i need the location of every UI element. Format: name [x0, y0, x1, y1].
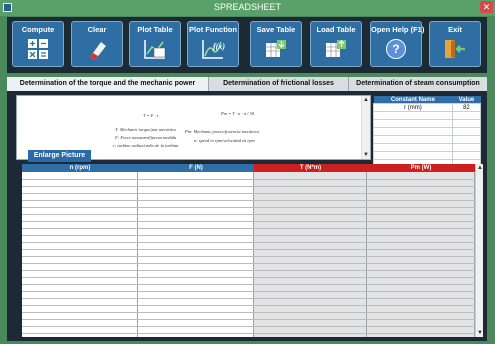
constant-name-cell[interactable]: r (mm) [373, 103, 453, 112]
table-row-line [22, 284, 475, 285]
exit-button[interactable]: Exit [429, 21, 481, 67]
constant-name-cell[interactable] [373, 135, 453, 144]
force-definition: F: Force measured/fuerza medida [115, 135, 177, 140]
column-header-n[interactable]: n (rpm) [22, 164, 138, 172]
power-formula: Pm = T · n · π / 30 [221, 111, 254, 116]
speed-definition: n: speed in rpm/velocidad en rpm [194, 138, 255, 143]
scroll-up-icon[interactable]: ▲ [362, 96, 370, 104]
table-row-line [22, 249, 475, 250]
title-bar: SPREADSHEET ✕ [0, 0, 495, 16]
constants-table: Constant Name Value r (mm) 82 [373, 96, 482, 168]
power-definition: Pm: Mechanic power/potencia mecánica [185, 129, 259, 134]
constant-value-cell[interactable] [451, 119, 482, 128]
table-row-line [22, 221, 475, 222]
torque-formula: T = F · r [143, 113, 159, 118]
close-button[interactable]: ✕ [480, 1, 493, 13]
tab-frictional-losses[interactable]: Determination of frictional losses [209, 77, 349, 91]
compute-button[interactable]: Compute [12, 21, 64, 67]
tab-torque-power[interactable]: Determination of the torque and the mech… [7, 77, 209, 92]
window-title: SPREADSHEET [213, 2, 282, 12]
svg-text:f(x): f(x) [213, 42, 225, 51]
exit-icon [445, 40, 465, 58]
plot-table-button[interactable]: Plot Table [129, 21, 181, 67]
table-row-line [22, 312, 475, 313]
data-grid: n (rpm) F (N) T (N*m) Pm (W) ▲ ▼ [22, 164, 483, 337]
table-row-line [22, 326, 475, 327]
table-row-line [22, 319, 475, 320]
table-row-line [22, 193, 475, 194]
eraser-icon [90, 42, 106, 60]
table-row-line [22, 186, 475, 187]
toolbar: Compute Clear Plot Table Plot Function f… [7, 17, 487, 73]
table-row-line [22, 228, 475, 229]
constant-value-cell[interactable]: 82 [451, 103, 482, 112]
enlarge-picture-button[interactable]: Enlarge Picture [28, 150, 91, 162]
table-row-line [22, 256, 475, 257]
calculator-icon [28, 39, 48, 59]
tab-steam-consumption[interactable]: Determination of steam consumption [349, 77, 487, 91]
plot-function-button[interactable]: Plot Function f(x) [187, 21, 239, 67]
column-header-f[interactable]: F (N) [138, 164, 254, 172]
constant-name-cell[interactable] [373, 111, 453, 120]
constant-value-cell[interactable] [451, 135, 482, 144]
close-icon: ✕ [482, 2, 491, 12]
table-row-line [22, 235, 475, 236]
column-header-t[interactable]: T (N*m) [254, 164, 367, 172]
save-table-button[interactable]: Save Table [250, 21, 302, 67]
constant-name-cell[interactable] [373, 127, 453, 136]
constant-name-header: Constant Name [373, 96, 453, 104]
constant-name-cell[interactable] [373, 119, 453, 128]
grid-scrollbar[interactable]: ▲ ▼ [475, 164, 483, 337]
table-row-line [22, 333, 475, 334]
grid-scroll-up-icon[interactable]: ▲ [476, 164, 483, 172]
load-table-button[interactable]: Load Table [310, 21, 362, 67]
constant-value-cell[interactable] [451, 111, 482, 120]
grid-scroll-down-icon[interactable]: ▼ [476, 329, 483, 337]
table-row-line [22, 263, 475, 264]
scroll-down-icon[interactable]: ▼ [362, 151, 370, 159]
svg-text:?: ? [392, 42, 399, 56]
table-row-line [22, 277, 475, 278]
table-row-line [22, 214, 475, 215]
column-header-pm[interactable]: Pm (W) [367, 164, 475, 172]
help-icon: ? [386, 39, 406, 59]
clear-button[interactable]: Clear [71, 21, 123, 67]
constant-value-cell[interactable] [451, 143, 482, 152]
load-table-icon [326, 40, 346, 57]
table-row-line [22, 298, 475, 299]
table-row-line [22, 305, 475, 306]
tab-bar: Determination of the torque and the mech… [7, 77, 487, 92]
constant-name-cell[interactable] [373, 151, 453, 160]
open-help-button[interactable]: Open Help (F1) ? [370, 21, 424, 67]
table-row-line [22, 207, 475, 208]
chart-table-icon [144, 40, 166, 59]
table-row-line [22, 179, 475, 180]
table-row-line [22, 200, 475, 201]
function-chart-icon: f(x) [202, 40, 225, 59]
radius-definition: r: turbine radius/radio de la turbina [113, 143, 179, 148]
save-table-icon [266, 40, 286, 57]
constant-name-cell[interactable] [373, 143, 453, 152]
table-row-line [22, 291, 475, 292]
torque-definition: T: Mechanic torque/par mecánico [115, 127, 177, 132]
constant-value-cell[interactable] [451, 151, 482, 160]
table-row-line [22, 242, 475, 243]
constant-value-cell[interactable] [451, 127, 482, 136]
table-row-line [22, 270, 475, 271]
formula-scrollbar[interactable]: ▲ ▼ [361, 96, 370, 159]
constant-value-header: Value [452, 96, 481, 104]
